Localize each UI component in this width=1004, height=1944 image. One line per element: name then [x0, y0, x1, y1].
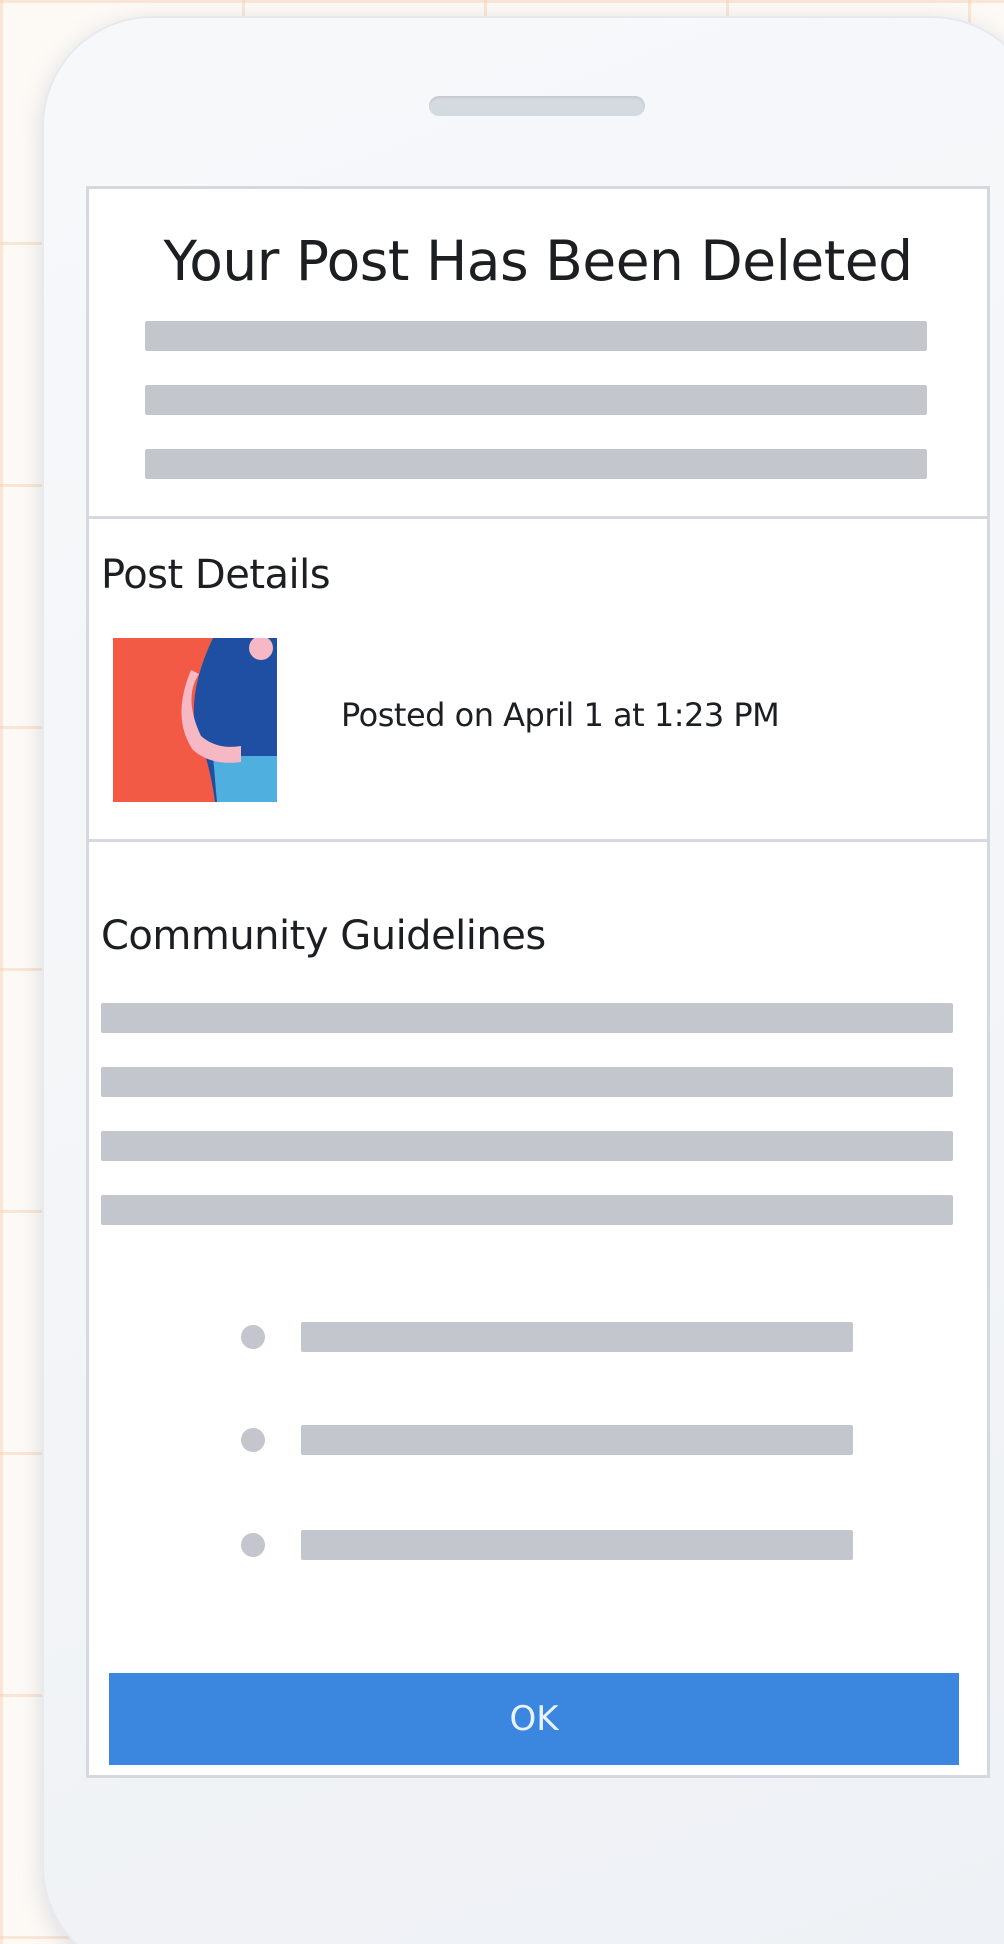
phone-frame: Your Post Has Been Deleted Post Details … [42, 16, 1004, 1944]
phone-speaker [429, 96, 645, 116]
community-guidelines-section: Community Guidelines [89, 845, 987, 1775]
bullet-placeholder-line [301, 1425, 853, 1455]
post-thumbnail-image [113, 638, 277, 802]
post-details-section: Post Details Posted on April 1 at 1:23 P… [89, 522, 987, 842]
ok-button[interactable]: OK [109, 1673, 959, 1765]
bullet-placeholder-line [301, 1322, 853, 1352]
post-details-heading: Post Details [101, 552, 331, 598]
text-placeholder-line [101, 1195, 953, 1225]
bullet-icon [241, 1533, 265, 1557]
text-placeholder-line [101, 1003, 953, 1033]
text-placeholder-line [145, 449, 927, 479]
deleted-notice-section: Your Post Has Been Deleted [89, 189, 987, 519]
bullet-icon [241, 1325, 265, 1349]
text-placeholder-line [145, 321, 927, 351]
dialog-screen: Your Post Has Been Deleted Post Details … [86, 186, 990, 1778]
text-placeholder-line [101, 1131, 953, 1161]
bullet-icon [241, 1428, 265, 1452]
posted-timestamp: Posted on April 1 at 1:23 PM [341, 696, 780, 734]
text-placeholder-line [145, 385, 927, 415]
page-title: Your Post Has Been Deleted [163, 229, 913, 293]
bullet-placeholder-line [301, 1530, 853, 1560]
post-thumbnail-illustration [113, 638, 277, 802]
community-guidelines-heading: Community Guidelines [101, 913, 546, 959]
text-placeholder-line [101, 1067, 953, 1097]
